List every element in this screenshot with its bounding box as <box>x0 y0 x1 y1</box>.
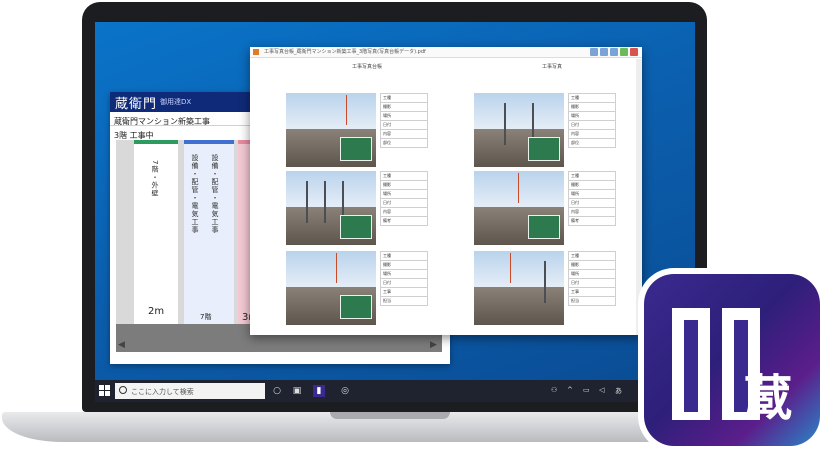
photo-info-table: 工種 撮影 場所 日付 工事 担当 <box>568 251 616 325</box>
site-photo[interactable] <box>286 93 376 167</box>
photo-info-table: 工種 撮影 場所 日付 内容 備考 <box>568 171 616 245</box>
info-label: 場所 <box>568 270 616 279</box>
info-label: 撮影 <box>380 103 428 112</box>
photo-info-table: 工種 撮影 場所 日付 工事 担当 <box>380 251 428 325</box>
brand-kanji: 蔵 <box>744 370 793 426</box>
scroll-right-icon[interactable]: ▶ <box>430 340 437 350</box>
network-icon[interactable]: ▭ <box>583 386 590 394</box>
info-label: 日付 <box>568 121 616 130</box>
info-label: 工種 <box>380 93 428 103</box>
info-label: 撮影 <box>380 261 428 270</box>
info-label: 備考 <box>568 217 616 226</box>
left-page-header: 工事写真台帳 <box>352 64 383 70</box>
site-photo[interactable] <box>474 251 564 325</box>
info-label: 撮影 <box>568 181 616 190</box>
browser-icon[interactable]: ◎ <box>339 385 351 397</box>
plan-room-label: 設備・配管・電気工事 <box>191 154 199 234</box>
info-label: 部位 <box>568 139 616 148</box>
ime-icon[interactable]: あ <box>615 386 622 396</box>
file-explorer-icon[interactable]: ▣ <box>291 385 303 397</box>
info-label: 日付 <box>568 199 616 208</box>
photo-info-table: 工種 撮影 場所 日付 内容 備考 <box>380 171 428 245</box>
info-label: 日付 <box>380 121 428 130</box>
info-label: 工事 <box>380 288 428 297</box>
info-label: 内容 <box>380 208 428 217</box>
app-subtitle: 御用達DX <box>160 98 192 106</box>
volume-icon[interactable]: ◁ <box>599 386 604 394</box>
scroll-left-icon[interactable]: ◀ <box>118 340 125 350</box>
doc-title-bar: 工事写真台帳_蔵衛門マンション新築工事_3階写真(写真台帳データ).pdf <box>250 47 642 58</box>
info-label: 工事 <box>568 288 616 297</box>
plan-room-label: 設備・配管・電気工事 <box>211 154 219 234</box>
window-controls <box>590 48 638 56</box>
info-label: 場所 <box>380 112 428 121</box>
doc-title: 工事写真台帳_蔵衛門マンション新築工事_3階写真(写真台帳データ).pdf <box>264 49 426 55</box>
site-photo[interactable] <box>474 93 564 167</box>
plan-dimension: 2m <box>148 306 165 317</box>
plan-dimension: 7階 <box>200 313 212 321</box>
photo-ledger-window: 工事写真台帳_蔵衛門マンション新築工事_3階写真(写真台帳データ).pdf 工事… <box>250 47 642 335</box>
site-photo[interactable] <box>286 251 376 325</box>
toolbar-button[interactable] <box>590 48 598 56</box>
site-photo[interactable] <box>474 171 564 245</box>
pdf-icon <box>253 49 259 55</box>
info-label: 部位 <box>380 139 428 148</box>
info-label: 備考 <box>380 217 428 226</box>
info-label: 日付 <box>380 279 428 288</box>
photo-info-table: 工種 撮影 場所 日付 内容 部位 <box>568 93 616 167</box>
brand-bar-gap <box>684 320 698 412</box>
plan-room-label: 7階・外壁 <box>151 160 159 198</box>
info-label: 担当 <box>568 297 616 306</box>
info-label: 場所 <box>568 112 616 121</box>
toolbar-button[interactable] <box>620 48 628 56</box>
info-label: 工種 <box>568 93 616 103</box>
info-label: 内容 <box>568 208 616 217</box>
info-label: 場所 <box>568 190 616 199</box>
desktop-screen: 蔵衛門 御用達DX ◆ 蔵衛門マンション新築工事 3階 工事中 7階・外壁 2m… <box>95 22 695 402</box>
toolbar-button[interactable] <box>600 48 608 56</box>
info-label: 工種 <box>380 251 428 261</box>
info-label: 撮影 <box>568 103 616 112</box>
doc-page: 工事写真台帳 工事写真 工種 撮影 場所 日付 内容 部位 工種 撮影 場所 日… <box>260 59 634 331</box>
site-photo[interactable] <box>286 171 376 245</box>
toolbar-button[interactable] <box>610 48 618 56</box>
laptop-notch <box>330 412 450 419</box>
taskbar: ここに入力して検索 ○ ▣ ▮ ◎ ⚇ ^ ▭ ◁ あ <box>95 380 695 402</box>
search-icon <box>119 386 127 394</box>
app-logo: 蔵衛門 <box>115 97 158 112</box>
info-label: 内容 <box>568 130 616 139</box>
info-label: 担当 <box>380 297 428 306</box>
info-label: 工種 <box>568 251 616 261</box>
kuraemon-brand-icon: 蔵 <box>644 274 820 446</box>
info-label: 工種 <box>380 171 428 181</box>
info-label: 撮影 <box>568 261 616 270</box>
people-icon[interactable]: ⚇ <box>551 386 557 394</box>
info-label: 日付 <box>568 279 616 288</box>
plan-room-1[interactable]: 7階・外壁 2m <box>134 140 178 328</box>
taskbar-search[interactable]: ここに入力して検索 <box>115 383 265 399</box>
windows-start-icon[interactable] <box>99 385 111 397</box>
info-label: 場所 <box>380 190 428 199</box>
photo-info-table: 工種 撮影 場所 日付 内容 部位 <box>380 93 428 167</box>
info-label: 内容 <box>380 130 428 139</box>
task-view-icon[interactable]: ○ <box>271 385 283 397</box>
info-label: 日付 <box>380 199 428 208</box>
kuraemon-app-icon[interactable]: ▮ <box>313 385 325 397</box>
chevron-up-icon[interactable]: ^ <box>567 386 573 394</box>
search-placeholder: ここに入力して検索 <box>131 388 194 396</box>
info-label: 撮影 <box>380 181 428 190</box>
close-icon[interactable] <box>630 48 638 56</box>
plan-room-2[interactable]: 設備・配管・電気工事 設備・配管・電気工事 7階 <box>184 140 234 328</box>
info-label: 工種 <box>568 171 616 181</box>
info-label: 場所 <box>380 270 428 279</box>
right-page-header: 工事写真 <box>542 64 563 70</box>
